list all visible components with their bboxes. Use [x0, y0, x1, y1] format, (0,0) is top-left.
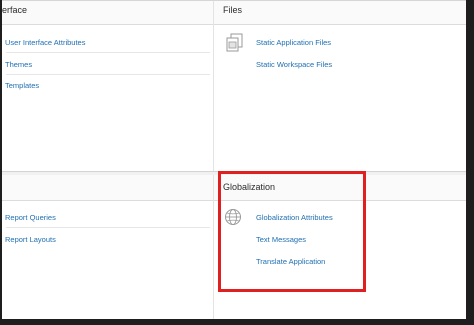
link-report-layouts[interactable]: Report Layouts	[5, 235, 56, 244]
divider	[6, 74, 210, 75]
link-static-workspace-files[interactable]: Static Workspace Files	[256, 60, 332, 69]
reports-panel-header	[2, 175, 213, 201]
files-panel-title: Files	[223, 5, 243, 15]
files-panel: Files Static Application Files Static Wo…	[214, 0, 466, 171]
right-frame-edge	[466, 0, 474, 325]
reports-panel: Report Queries Report Layouts	[2, 175, 213, 319]
page: erface User Interface Attributes Themes …	[0, 0, 474, 325]
files-icon	[226, 33, 243, 52]
link-themes[interactable]: Themes	[5, 60, 32, 69]
bottom-frame-edge	[0, 319, 474, 325]
link-user-interface-attributes[interactable]: User Interface Attributes	[5, 38, 85, 47]
user-interface-panel-header: erface	[2, 0, 213, 25]
link-report-queries[interactable]: Report Queries	[5, 213, 56, 222]
divider	[6, 52, 210, 53]
column-divider	[213, 0, 214, 319]
left-frame-edge	[0, 0, 2, 325]
globalization-highlight-box	[218, 171, 366, 292]
link-static-application-files[interactable]: Static Application Files	[256, 38, 331, 47]
top-edge	[0, 0, 474, 1]
link-templates[interactable]: Templates	[5, 81, 39, 90]
user-interface-panel-title: erface	[2, 5, 28, 15]
divider	[6, 227, 210, 228]
user-interface-panel: erface User Interface Attributes Themes …	[2, 0, 213, 171]
files-panel-header: Files	[214, 0, 466, 25]
